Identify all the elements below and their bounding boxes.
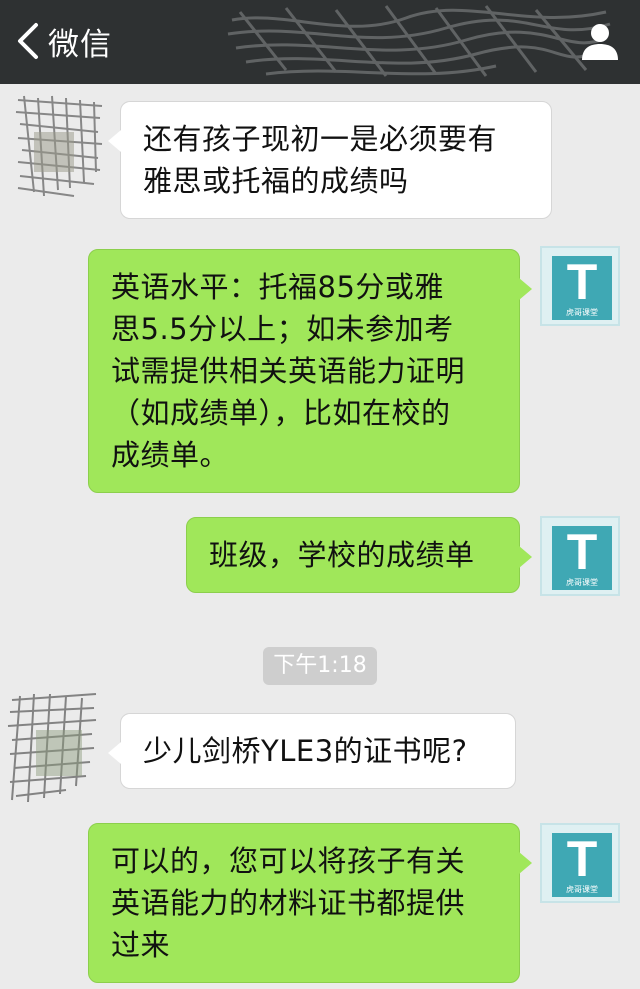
message-line: 还有孩子现初一是必须要有 xyxy=(143,122,498,156)
avatar-t-letter: T xyxy=(566,524,598,580)
message-line: 成绩单。 xyxy=(111,438,230,472)
bubble-tail xyxy=(108,742,121,764)
message-line: 思5.5分以上；如未参加考 xyxy=(111,312,454,346)
redacted-title-scribble xyxy=(227,5,611,77)
redacted-avatar-scribble xyxy=(7,693,97,803)
chat-bubble[interactable]: 可以的，您可以将孩子有关 英语能力的材料证书都提供 过来 xyxy=(88,823,532,983)
avatar-t-logo: T 虎哥课堂 xyxy=(552,526,612,590)
avatar-t[interactable]: T 虎哥课堂 xyxy=(540,823,620,903)
timestamp-badge: 下午1:18 xyxy=(263,647,377,685)
message-line: 过来 xyxy=(111,928,171,962)
avatar[interactable] xyxy=(6,690,97,810)
bubble-tail xyxy=(519,278,532,300)
avatar-t-logo: T 虎哥课堂 xyxy=(552,256,612,320)
message-line: 雅思或托福的成绩吗 xyxy=(143,164,409,198)
avatar[interactable] xyxy=(14,92,104,202)
bubble-tail xyxy=(519,546,532,568)
avatar-t[interactable]: T 虎哥课堂 xyxy=(540,246,620,326)
avatar-t-caption: 虎哥课堂 xyxy=(566,885,598,894)
message-line: （如成绩单），比如在校的 xyxy=(111,396,451,430)
nav-bar: 微信 xyxy=(0,0,640,84)
message-line: 试需提供相关英语能力证明 xyxy=(111,354,466,388)
chat-bubble[interactable]: 班级，学校的成绩单 xyxy=(186,517,532,593)
avatar-t-letter: T xyxy=(566,254,598,310)
avatar-t[interactable]: T 虎哥课堂 xyxy=(540,516,620,596)
chat-bubble[interactable]: 少儿剑桥YLE3的证书呢? xyxy=(108,713,516,789)
message-line: 班级，学校的成绩单 xyxy=(209,538,475,572)
message-line: 少儿剑桥YLE3的证书呢? xyxy=(143,734,468,768)
message-line: 英语能力的材料证书都提供 xyxy=(111,886,466,920)
avatar-t-logo: T 虎哥课堂 xyxy=(552,833,612,897)
message-line: 可以的，您可以将孩子有关 xyxy=(111,844,466,878)
back-button[interactable]: 微信 xyxy=(14,18,112,64)
redacted-avatar-scribble xyxy=(15,95,103,197)
avatar-t-letter: T xyxy=(566,831,598,887)
avatar-t-caption: 虎哥课堂 xyxy=(566,578,598,587)
chat-bubble[interactable]: 还有孩子现初一是必须要有 雅思或托福的成绩吗 xyxy=(108,101,552,219)
bubble-tail xyxy=(108,130,121,152)
chat-bubble[interactable]: 英语水平：托福85分或雅 思5.5分以上；如未参加考 试需提供相关英语能力证明 … xyxy=(88,249,532,493)
avatar-t-caption: 虎哥课堂 xyxy=(566,308,598,317)
message-line: 英语水平：托福85分或雅 xyxy=(111,270,444,304)
chevron-left-icon xyxy=(18,23,38,59)
person-icon[interactable] xyxy=(578,20,622,64)
bubble-tail xyxy=(519,852,532,874)
back-label: 微信 xyxy=(48,26,112,63)
